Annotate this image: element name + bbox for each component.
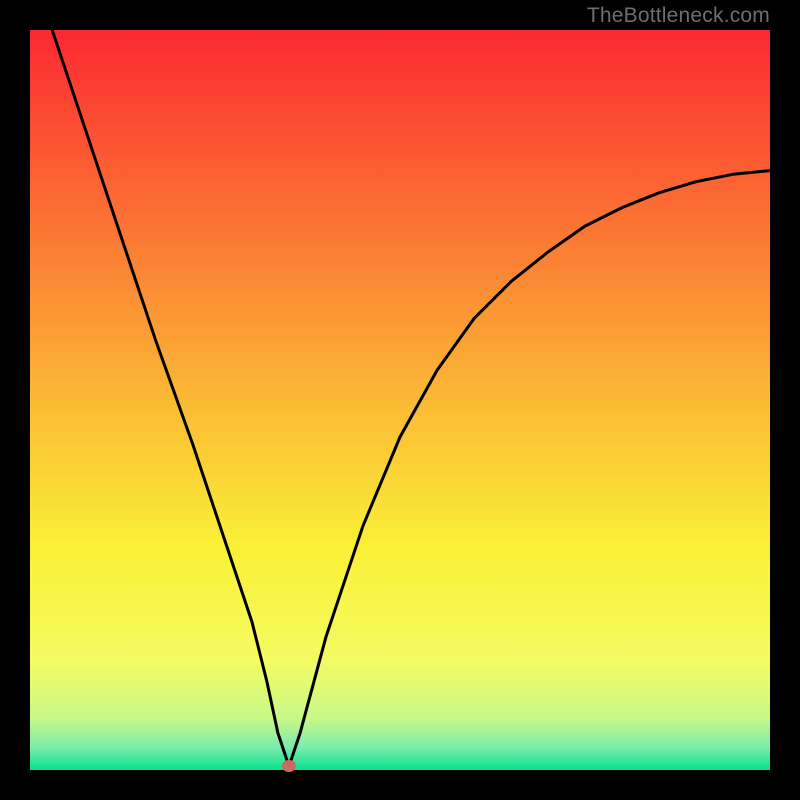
watermark-text: TheBottleneck.com xyxy=(587,4,770,28)
bottleneck-curve xyxy=(30,30,770,770)
optimal-marker xyxy=(282,760,296,772)
plot-area xyxy=(30,30,770,770)
